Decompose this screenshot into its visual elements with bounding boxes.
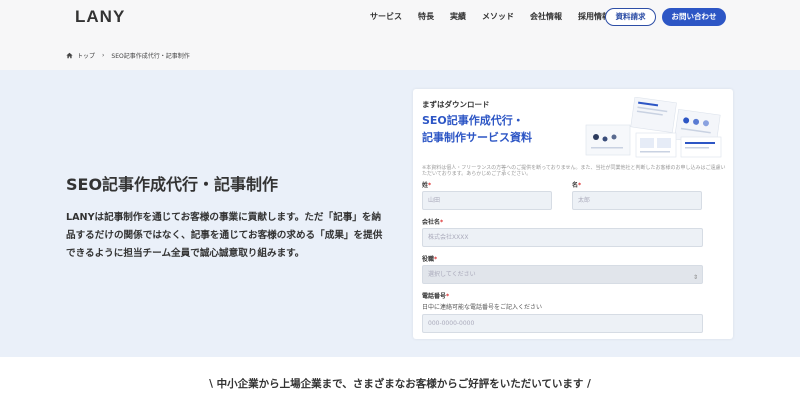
download-form-card: まずはダウンロード SEO記事作成代行・ 記事制作サービス資料 ※本資料は個人・… xyxy=(413,89,733,339)
logo[interactable]: LANY xyxy=(75,7,125,27)
last-name-label: 姓* xyxy=(422,182,432,189)
page-title: SEO記事作成代行・記事制作 xyxy=(66,175,279,194)
company-label: 会社名* xyxy=(422,219,444,226)
nav-method[interactable]: メソッド xyxy=(482,11,514,22)
position-label: 役職* xyxy=(422,256,438,263)
form-title: SEO記事作成代行・ 記事制作サービス資料 xyxy=(422,112,532,146)
main-nav: サービス 特長 実績 メソッド 会社情報 採用情報 xyxy=(370,11,626,22)
position-select[interactable]: 選択してください ⇕ xyxy=(422,265,703,284)
customer-tagline: \ 中小企業から上場企業まで、さまざまなお客様からご好評をいただいています / xyxy=(209,378,591,390)
breadcrumb-current: SEO記事作成代行・記事制作 xyxy=(111,53,190,60)
last-name-input[interactable]: 山田 xyxy=(422,191,552,210)
phone-hint: 日中に連絡可能な電話番号をご記入ください xyxy=(422,304,543,311)
first-name-label: 名* xyxy=(572,182,582,189)
document-request-button[interactable]: 資料請求 xyxy=(605,8,656,26)
breadcrumb: トップ › SEO記事作成代行・記事制作 xyxy=(66,51,190,60)
phone-label: 電話番号* xyxy=(422,293,450,300)
form-note: ※本資料は個人・フリーランスの方等へのご提供を断っておりません。また、当社が同業… xyxy=(422,165,726,177)
home-icon xyxy=(66,52,73,59)
nav-service[interactable]: サービス xyxy=(370,11,402,22)
lead-text: LANYは記事制作を通じてお客様の事業に貢献します。ただ「記事」を納品するだけの… xyxy=(66,212,383,259)
site-header: LANY サービス 特長 実績 メソッド 会社情報 採用情報 資料請求 お問い合… xyxy=(0,0,800,70)
nav-features[interactable]: 特長 xyxy=(418,11,434,22)
breadcrumb-home[interactable]: トップ xyxy=(77,51,95,60)
select-arrow-icon: ⇕ xyxy=(692,274,698,281)
form-title-line2: 記事制作サービス資料 xyxy=(422,131,532,144)
position-select-value: 選択してください xyxy=(428,271,476,278)
first-name-input[interactable]: 太郎 xyxy=(572,191,702,210)
form-title-line1: SEO記事作成代行・ xyxy=(422,114,524,127)
company-input[interactable]: 株式会社XXXX xyxy=(422,228,703,247)
nav-company[interactable]: 会社情報 xyxy=(530,11,562,22)
contact-button[interactable]: お問い合わせ xyxy=(662,8,726,26)
breadcrumb-separator: › xyxy=(102,52,105,59)
phone-input[interactable]: 000-0000-0000 xyxy=(422,314,703,333)
document-preview-image xyxy=(585,97,722,158)
form-subtitle: まずはダウンロード xyxy=(422,100,490,109)
nav-results[interactable]: 実績 xyxy=(450,11,466,22)
